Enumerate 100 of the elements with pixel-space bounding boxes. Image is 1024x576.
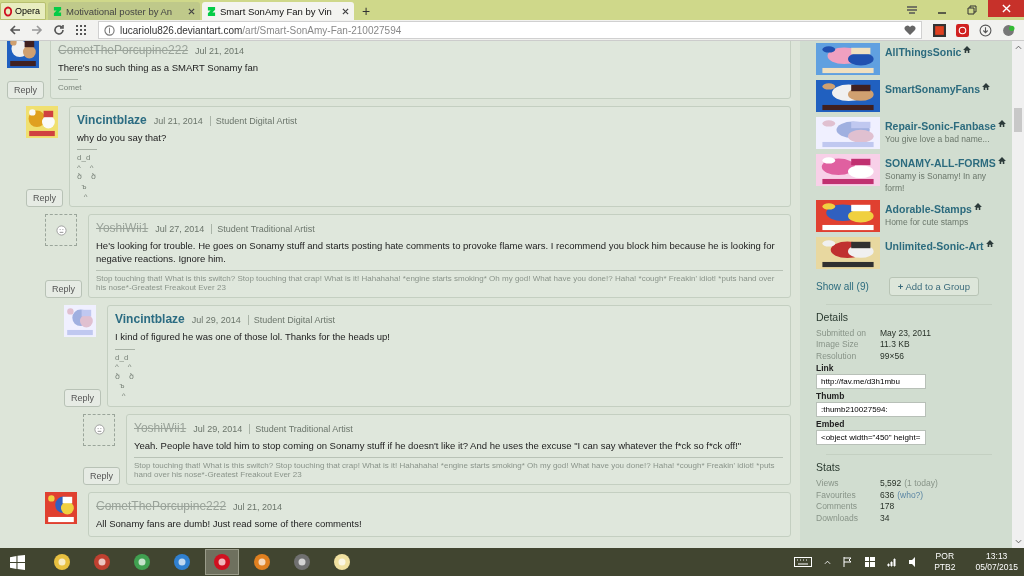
- address-field[interactable]: lucariolu826.deviantart.com/art/Smart-SonAmy-Fan-210027594: [98, 21, 922, 39]
- reply-button[interactable]: Reply: [26, 189, 63, 208]
- clock[interactable]: 13:13 05/07/2015: [975, 551, 1018, 573]
- signature-text: ъ: [80, 182, 87, 192]
- group-description: Home for cute stamps: [885, 216, 970, 229]
- close-window-button[interactable]: [988, 0, 1024, 17]
- home-icon: [997, 120, 1006, 127]
- comment-text: I kind of figured he was one of those lol. Thanks for the heads up!: [115, 331, 391, 344]
- detail-label: Resolution: [816, 350, 858, 363]
- scroll-up-icon[interactable]: [1014, 45, 1022, 50]
- signature-text: ъ: [118, 381, 125, 392]
- stat-label: Favourites: [816, 489, 857, 502]
- stat-label: Downloads: [816, 512, 860, 525]
- comment-date: Jul 21, 2014: [195, 46, 245, 56]
- home-icon: [982, 83, 991, 90]
- group-link[interactable]: AllThingsSonic: [885, 46, 962, 58]
- stat-label: Comments: [816, 501, 859, 513]
- field-label: Thumb: [816, 391, 846, 402]
- clock-date: 05/07/2015: [975, 562, 1018, 573]
- signature-text: Stop touching that! What is this switch? Stop touching that crap! What is it! Hahahaha! *engine starts smoking* Oh my god! What have you done!? Haha! *cough* Freakin' idiot! *puts hand over his nose*-Greatest Freakout Ever 23: [134, 460, 776, 480]
- username-link[interactable]: Vincintblaze: [77, 112, 147, 127]
- clock-time: 13:13: [986, 551, 1008, 562]
- signature-text: ծ ծ: [77, 172, 96, 183]
- signature-text: Stop touching that! What is this switch? Stop touching that crap! What is it! Hahahaha! *engine starts smoking* Oh my god! What have you done!? Haha! *cough* Freakin' idiot! *puts hand over his nose*-Greatest Freakout Ever 23: [96, 273, 776, 293]
- face-icon: [55, 224, 67, 236]
- reload-icon[interactable]: [53, 24, 65, 36]
- section-heading: Details: [816, 310, 850, 323]
- flag-icon[interactable]: [843, 557, 854, 567]
- windows-icon[interactable]: [865, 557, 876, 567]
- group-description: Sonamy is Sonamy! In any form!: [885, 171, 988, 195]
- field-label: Embed: [816, 419, 846, 430]
- group-link[interactable]: Repair-Sonic-Fanbase: [885, 120, 996, 132]
- restore-icon[interactable]: [966, 5, 978, 15]
- stat-label: Views: [816, 478, 840, 490]
- reply-button[interactable]: Reply: [7, 80, 44, 99]
- group-link[interactable]: Unlimited-Sonic-Art: [885, 239, 984, 252]
- opera-logo-icon: [4, 5, 12, 17]
- reply-button[interactable]: Reply: [45, 280, 82, 299]
- group-link[interactable]: Adorable-Stamps: [885, 202, 972, 215]
- download-icon[interactable]: [979, 23, 992, 37]
- group-link[interactable]: SmartSonamyFans: [885, 83, 981, 95]
- language-indicator[interactable]: POR PTB2: [934, 551, 956, 573]
- stat-note: (1 today): [904, 478, 938, 490]
- field-label: Link: [816, 363, 835, 374]
- keyboard-layout: PTB2: [934, 562, 956, 573]
- signature-text: Comet: [58, 83, 82, 93]
- reply-button[interactable]: Reply: [64, 388, 101, 407]
- extension-icon[interactable]: [933, 23, 946, 37]
- start-icon[interactable]: [10, 554, 25, 570]
- show-all-link[interactable]: Show all (9): [816, 280, 869, 292]
- username-link[interactable]: Vincintblaze: [115, 312, 185, 327]
- forward-icon[interactable]: [31, 24, 43, 36]
- group-description: You give love a bad name...: [885, 134, 991, 146]
- stat-value: 636: [880, 489, 895, 502]
- extension-icon[interactable]: [956, 23, 969, 37]
- share-code-field[interactable]: http://fav.me/d3h1mbu: [816, 374, 926, 390]
- close-icon[interactable]: [342, 7, 349, 15]
- heart-icon[interactable]: [904, 24, 916, 36]
- back-icon[interactable]: [9, 24, 21, 36]
- comment-text: There's no such thing as a SMART Sonamy fan: [58, 62, 259, 75]
- scroll-thumb[interactable]: [1014, 108, 1022, 132]
- menu-icon[interactable]: [906, 5, 918, 15]
- share-code-field[interactable]: :thumb210027594:: [816, 402, 926, 418]
- home-icon: [997, 157, 1006, 164]
- signature-text: d_d: [77, 153, 91, 163]
- signature-text: ծ ծ: [115, 371, 134, 382]
- comment-text: He's looking for trouble. He goes on Sonamy stuff and starts posting hate comments to provoke flame wars. I recommend you block him because he is looking for negative reactions. Ignore him.: [96, 240, 776, 265]
- signature-text: ^: [82, 191, 88, 202]
- signature-text: ^: [120, 391, 126, 401]
- comment-date: Jul 27, 2014: [155, 224, 205, 235]
- browser-menu-button[interactable]: Opera: [0, 2, 46, 20]
- home-icon: [963, 46, 972, 53]
- home-icon: [985, 239, 994, 247]
- add-to-group-button[interactable]: + Add to a Group: [888, 276, 979, 296]
- tab-favicon-icon: [207, 5, 216, 17]
- group-link[interactable]: SONAMY-ALL-FORMS: [885, 157, 996, 169]
- detail-label: Image Size: [816, 339, 860, 351]
- signature-text: ^ ^: [115, 362, 132, 372]
- share-code-field[interactable]: <object width="450" height=: [816, 430, 926, 446]
- stat-value: 178: [880, 501, 895, 513]
- new-tab-button[interactable]: +: [356, 2, 377, 20]
- reply-button[interactable]: Reply: [83, 467, 120, 486]
- signal-icon[interactable]: [887, 557, 898, 567]
- close-icon[interactable]: [188, 7, 195, 15]
- user-role: Student Traditional Artist: [249, 423, 353, 434]
- signature-text: ^ ^: [77, 162, 94, 173]
- detail-label: Submitted on: [816, 327, 868, 340]
- keyboard-icon[interactable]: [794, 557, 813, 567]
- signature-text: d_d: [115, 352, 129, 363]
- comment-date: Jul 29, 2014: [193, 423, 243, 434]
- grid-icon[interactable]: [75, 24, 87, 36]
- comment-text: All Sonamy fans are dumb! Just read some of there comments!: [96, 518, 363, 531]
- comment-text: Yeah. People have told him to stop coming on Sonamy stuff if he doesn't like it? And he uses the excuse "I can say whatever the f*ck so f*ck off!": [134, 439, 743, 452]
- browser-tab[interactable]: Motivational poster by An: [48, 2, 200, 20]
- home-icon: [973, 202, 982, 210]
- scrollbar[interactable]: [1012, 41, 1024, 548]
- scroll-down-icon[interactable]: [1014, 539, 1022, 544]
- browser-tab[interactable]: Smart SonAmy Fan by Vin: [202, 2, 354, 20]
- comment-text: why do you say that?: [77, 131, 168, 145]
- chevron-up-icon[interactable]: [824, 559, 832, 565]
